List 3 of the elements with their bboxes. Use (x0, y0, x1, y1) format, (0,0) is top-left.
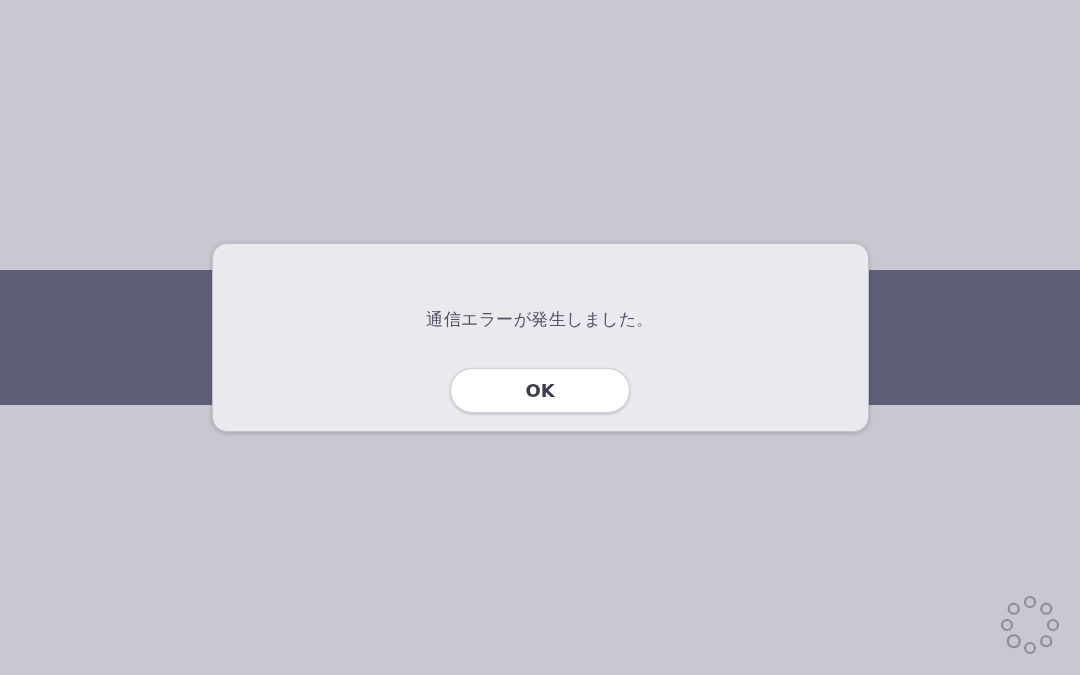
error-message: 通信エラーが発生しました。 (426, 308, 654, 330)
loading-spinner-icon (1000, 595, 1060, 655)
ok-button[interactable]: OK (450, 368, 630, 413)
